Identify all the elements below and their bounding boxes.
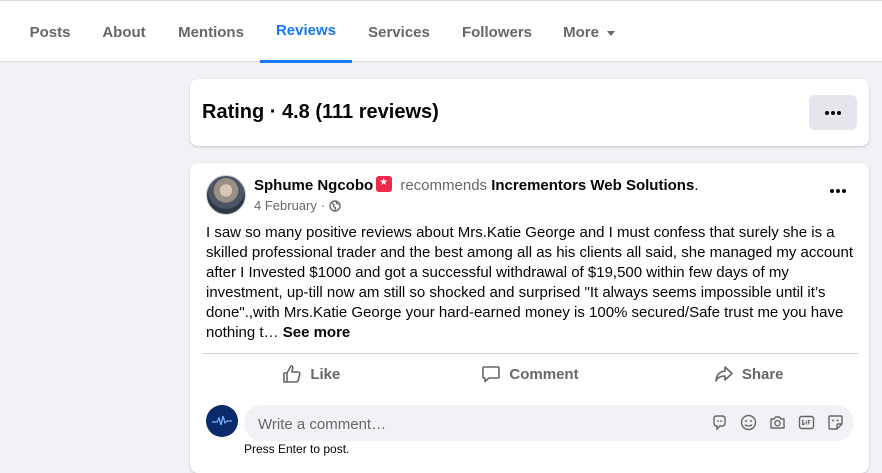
author-avatar[interactable] [206, 175, 246, 215]
page-name-link[interactable]: Incrementors Web Solutions [491, 177, 694, 194]
comment-composer [206, 405, 854, 443]
emoji-icon[interactable] [740, 414, 757, 431]
sticker-icon[interactable] [827, 414, 844, 431]
share-label: Share [741, 365, 784, 383]
thumbs-up-icon [283, 365, 301, 383]
review-post: Sphume Ngcobo recommends Incrementors We… [190, 163, 869, 473]
tab-posts[interactable]: Posts [18, 1, 82, 63]
current-user-avatar[interactable] [206, 405, 238, 437]
see-more-link[interactable]: See more [283, 324, 351, 341]
avatar-sticker-icon[interactable] [711, 414, 728, 431]
gif-icon[interactable] [798, 414, 815, 431]
post-options-button[interactable] [823, 181, 853, 201]
tab-more-label: More [563, 23, 599, 41]
three-dots-icon [830, 189, 846, 193]
recommends-text: recommends [400, 177, 488, 194]
speech-bubble-icon [482, 366, 501, 383]
tab-about[interactable]: About [92, 1, 156, 63]
tab-mentions[interactable]: Mentions [166, 1, 256, 63]
comment-hint: Press Enter to post. [244, 442, 350, 456]
chevron-down-icon [606, 30, 615, 36]
post-text: I saw so many positive reviews about Mrs… [206, 223, 854, 343]
comment-box [244, 405, 854, 443]
like-label: Like [310, 365, 341, 383]
waveform-logo-icon [212, 415, 232, 426]
post-meta: 4 February · [254, 198, 341, 213]
post-date[interactable]: 4 February [254, 198, 317, 213]
comment-input[interactable] [256, 405, 690, 443]
share-button[interactable]: Share [639, 354, 858, 394]
three-dots-icon [825, 110, 841, 115]
tab-followers[interactable]: Followers [450, 1, 544, 63]
tab-reviews[interactable]: Reviews [260, 1, 352, 63]
page-tabs-bar: Posts About Mentions Reviews Services Fo… [0, 0, 882, 63]
comment-button[interactable]: Comment [421, 354, 640, 394]
rating-card: Rating · 4.8 (111 reviews) [190, 79, 869, 146]
camera-icon[interactable] [769, 414, 786, 431]
tab-services[interactable]: Services [356, 1, 442, 63]
rating-summary: Rating · 4.8 (111 reviews) [202, 101, 439, 123]
comment-tools [711, 414, 844, 431]
like-button[interactable]: Like [202, 354, 421, 394]
globe-icon [329, 199, 341, 212]
tab-more[interactable]: More [556, 1, 622, 63]
author-name[interactable]: Sphume Ngcobo [254, 177, 373, 194]
rating-options-button[interactable] [809, 95, 857, 130]
star-badge-icon [376, 176, 393, 192]
meta-separator: · [320, 198, 326, 213]
post-header: Sphume Ngcobo recommends Incrementors We… [254, 176, 698, 194]
comment-label: Comment [509, 365, 579, 383]
share-arrow-icon [715, 366, 733, 382]
post-actions: Like Comment Share [202, 354, 858, 394]
